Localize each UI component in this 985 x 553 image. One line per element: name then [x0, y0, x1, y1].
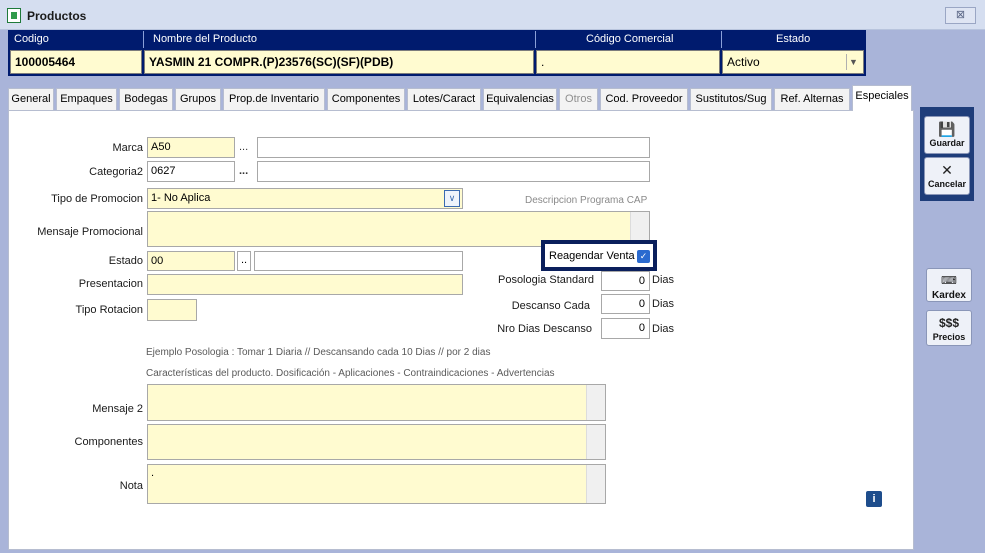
- categoria2-label: Categoria2: [89, 166, 143, 178]
- close-button[interactable]: ⊠: [945, 7, 976, 24]
- descanso-cada-unit: Dias: [652, 298, 675, 310]
- tab-componentes[interactable]: Componentes: [327, 88, 405, 110]
- estado-label: Estado: [108, 255, 143, 267]
- reagendar-venta-label: Reagendar Venta: [549, 250, 635, 262]
- keyboard-icon: ⌨: [941, 275, 957, 287]
- column-codigo: Codigo: [14, 33, 49, 45]
- chevron-down-icon[interactable]: ∨: [444, 190, 460, 207]
- estado-select-value: Activo: [727, 55, 760, 69]
- precios-symbol: $$$: [938, 316, 960, 330]
- estado-input[interactable]: 00: [147, 251, 235, 271]
- tab-cod-proveedor[interactable]: Cod. Proveedor: [600, 88, 688, 110]
- tab-empaques[interactable]: Empaques: [56, 88, 117, 110]
- componentes-input[interactable]: [147, 424, 606, 460]
- categoria2-description[interactable]: [257, 161, 650, 182]
- info-icon[interactable]: i: [866, 491, 882, 507]
- presentacion-input[interactable]: [147, 274, 463, 295]
- tab-lotes-caract[interactable]: Lotes/Caract: [407, 88, 481, 110]
- mensaje2-input[interactable]: [147, 384, 606, 421]
- descanso-cada-input[interactable]: 0: [601, 294, 650, 314]
- nro-dias-descanso-label: Nro Dias Descanso: [497, 323, 592, 335]
- column-estado: Estado: [776, 33, 811, 45]
- reagendar-venta-checkbox[interactable]: ✓: [637, 250, 650, 263]
- nombre-producto-field[interactable]: YASMIN 21 COMPR.(P)23576(SC)(SF)(PDB): [144, 50, 534, 74]
- presentacion-label: Presentacion: [78, 278, 143, 290]
- precios-button[interactable]: $$$ Precios: [926, 310, 972, 346]
- estado-select[interactable]: Activo ▼: [722, 50, 864, 74]
- descripcion-cap-label: Descripcion Programa CAP: [525, 195, 648, 206]
- nota-scrollbar[interactable]: [586, 465, 605, 503]
- tipo-promocion-value: 1- No Aplica: [151, 192, 211, 204]
- marca-label: Marca: [112, 142, 143, 154]
- codigo-field[interactable]: 100005464: [10, 50, 142, 74]
- tab-equivalencias[interactable]: Equivalencias: [483, 88, 557, 110]
- tab-especiales[interactable]: Especiales: [852, 85, 912, 111]
- estado-description[interactable]: [254, 251, 463, 271]
- x-icon: ✕: [941, 162, 953, 178]
- mensaje2-scrollbar[interactable]: [586, 385, 605, 420]
- especiales-panel: Marca A50 ... Categoria2 0627 ... Tipo d…: [8, 110, 914, 550]
- posologia-label: Posologia Standard: [497, 274, 594, 286]
- app-icon: [7, 8, 21, 23]
- floppy-icon: 💾: [938, 121, 956, 137]
- reagendar-venta-highlight: Reagendar Venta ✓: [541, 240, 657, 271]
- descanso-cada-label: Descanso Cada: [511, 300, 590, 312]
- marca-lookup-button[interactable]: ...: [239, 141, 248, 153]
- categoria2-input[interactable]: 0627: [147, 161, 235, 182]
- mensaje2-label: Mensaje 2: [92, 403, 143, 415]
- tab-grupos[interactable]: Grupos: [175, 88, 221, 110]
- guardar-button[interactable]: 💾 Guardar: [924, 116, 970, 154]
- tipo-promocion-select[interactable]: 1- No Aplica ∨: [147, 188, 463, 209]
- tab-bodegas[interactable]: Bodegas: [119, 88, 173, 110]
- tipo-rotacion-label: Tipo Rotacion: [75, 304, 143, 316]
- ejemplo-posologia-hint: Ejemplo Posologia : Tomar 1 Diaria // De…: [146, 347, 491, 358]
- componentes-scrollbar[interactable]: [586, 425, 605, 459]
- posologia-input[interactable]: 0: [601, 271, 650, 291]
- categoria2-lookup-button[interactable]: ...: [239, 165, 248, 177]
- nota-label: Nota: [119, 480, 143, 492]
- column-codigo-comercial: Código Comercial: [586, 33, 674, 45]
- marca-input[interactable]: A50: [147, 137, 235, 158]
- mensaje-promocional-label: Mensaje Promocional: [37, 226, 143, 238]
- caracteristicas-hint: Características del producto. Dosificaci…: [146, 368, 555, 379]
- nro-dias-descanso-input[interactable]: 0: [601, 318, 650, 339]
- product-header-grid: Codigo Nombre del Producto Código Comerc…: [8, 30, 866, 76]
- column-nombre: Nombre del Producto: [153, 33, 257, 45]
- tab-ref-alternas[interactable]: Ref. Alternas: [774, 88, 850, 110]
- nota-input[interactable]: .: [147, 464, 606, 504]
- componentes-label: Componentes: [74, 436, 144, 448]
- posologia-unit: Dias: [652, 274, 675, 286]
- tab-general[interactable]: General: [8, 88, 54, 110]
- window-title-bar: [0, 0, 985, 30]
- tipo-rotacion-input[interactable]: [147, 299, 197, 321]
- cancelar-button[interactable]: ✕ Cancelar: [924, 157, 970, 195]
- kardex-button[interactable]: ⌨ Kardex: [926, 268, 972, 302]
- window-title: Productos: [27, 9, 87, 23]
- tab-prop-inventario[interactable]: Prop.de Inventario: [223, 88, 325, 110]
- estado-lookup-button[interactable]: ..: [237, 251, 251, 271]
- tab-sustitutos[interactable]: Sustitutos/Sug: [690, 88, 772, 110]
- tipo-promocion-label: Tipo de Promocion: [51, 193, 143, 205]
- chevron-down-icon[interactable]: ▼: [846, 54, 860, 70]
- nro-dias-descanso-unit: Dias: [652, 323, 675, 335]
- tab-otros: Otros: [559, 88, 598, 110]
- marca-description[interactable]: [257, 137, 650, 158]
- codigo-comercial-field[interactable]: .: [536, 50, 720, 74]
